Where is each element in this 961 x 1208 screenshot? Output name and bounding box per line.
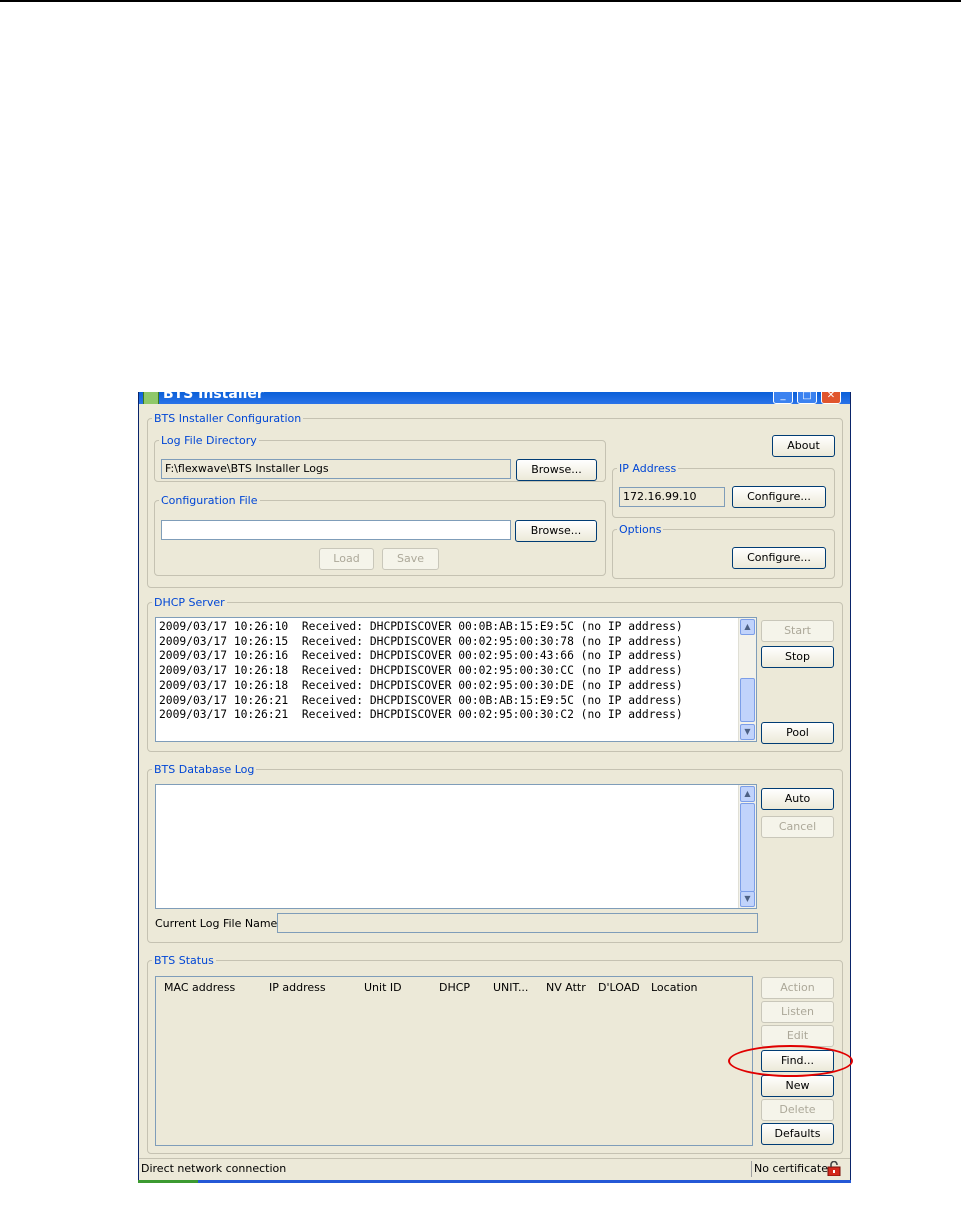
- scroll-down-icon[interactable]: ▼: [740, 724, 755, 740]
- dhcp-log-line: 2009/03/17 10:26:18 Received: DHCPDISCOV…: [159, 664, 683, 678]
- delete-button[interactable]: Delete: [761, 1099, 834, 1121]
- title-bar[interactable]: BTS Installer _ □ ✕: [139, 392, 850, 404]
- edit-button[interactable]: Edit: [761, 1025, 834, 1047]
- dhcp-log-line: 2009/03/17 10:26:10 Received: DHCPDISCOV…: [159, 620, 683, 633]
- dhcp-pool-button[interactable]: Pool: [761, 722, 834, 744]
- certificate-status: No certificate: [751, 1161, 828, 1177]
- maximize-icon[interactable]: □: [797, 392, 817, 404]
- col-header-unit-id[interactable]: Unit ID: [364, 981, 402, 994]
- find-button[interactable]: Find...: [761, 1050, 834, 1072]
- lock-icon[interactable]: [827, 1161, 841, 1176]
- ip-configure-button[interactable]: Configure...: [732, 486, 826, 508]
- dhcp-log-scrollbar[interactable]: ▲ ▼: [738, 618, 756, 741]
- dhcp-scroll-thumb[interactable]: [740, 678, 755, 722]
- dhcp-log-line: 2009/03/17 10:26:16 Received: DHCPDISCOV…: [159, 649, 683, 663]
- ip-address-legend: IP Address: [619, 462, 677, 475]
- options-legend: Options: [619, 523, 662, 536]
- options-configure-button[interactable]: Configure...: [732, 547, 826, 569]
- current-log-field[interactable]: [277, 913, 758, 933]
- col-header-location[interactable]: Location: [651, 981, 698, 994]
- col-header-ip[interactable]: IP address: [269, 981, 326, 994]
- dhcp-legend: DHCP Server: [154, 596, 225, 609]
- action-button[interactable]: Action: [761, 977, 834, 999]
- dblog-text-area[interactable]: ▲ ▼: [155, 784, 757, 909]
- dblog-auto-button[interactable]: Auto: [761, 788, 834, 810]
- dblog-scroll-thumb[interactable]: [740, 803, 755, 892]
- dblog-scrollbar[interactable]: ▲ ▼: [738, 785, 756, 908]
- dhcp-log-line: 2009/03/17 10:26:18 Received: DHCPDISCOV…: [159, 678, 683, 692]
- config-file-field[interactable]: [161, 520, 511, 540]
- close-icon[interactable]: ✕: [821, 392, 841, 404]
- minimize-icon[interactable]: _: [773, 392, 793, 404]
- col-header-dload[interactable]: D'LOAD: [598, 981, 640, 994]
- col-header-dhcp[interactable]: DHCP: [439, 981, 470, 994]
- bts-installer-window: BTS Installer _ □ ✕ BTS Installer Config…: [138, 392, 851, 1180]
- defaults-button[interactable]: Defaults: [761, 1123, 834, 1145]
- col-header-nv-attr[interactable]: NV Attr: [546, 981, 586, 994]
- dblog-legend: BTS Database Log: [154, 763, 255, 776]
- current-log-label: Current Log File Name:: [155, 917, 282, 930]
- scroll-down-icon[interactable]: ▼: [740, 891, 755, 907]
- page-top-rule: [0, 0, 961, 2]
- scroll-up-icon[interactable]: ▲: [740, 619, 755, 635]
- dhcp-stop-button[interactable]: Stop: [761, 646, 834, 668]
- dhcp-log-line: 2009/03/17 10:26:21 Received: DHCPDISCOV…: [159, 693, 683, 707]
- log-dir-field[interactable]: F:\flexwave\BTS Installer Logs: [161, 459, 511, 479]
- new-button[interactable]: New: [761, 1075, 834, 1097]
- dhcp-log-lines: 2009/03/17 10:26:10 Received: DHCPDISCOV…: [159, 620, 683, 723]
- about-button[interactable]: About: [772, 435, 835, 457]
- config-file-legend: Configuration File: [161, 494, 258, 507]
- status-bar: Direct network connection No certificate: [139, 1158, 850, 1179]
- log-dir-legend: Log File Directory: [161, 434, 257, 447]
- config-group-legend: BTS Installer Configuration: [154, 412, 302, 425]
- dhcp-log-line: 2009/03/17 10:26:21 Received: DHCPDISCOV…: [159, 708, 683, 722]
- bts-status-list[interactable]: MAC address IP address Unit ID DHCP UNIT…: [155, 976, 753, 1146]
- dhcp-log[interactable]: 2009/03/17 10:26:10 Received: DHCPDISCOV…: [155, 617, 757, 742]
- save-button[interactable]: Save: [382, 548, 439, 570]
- app-icon: [143, 392, 159, 404]
- listen-button[interactable]: Listen: [761, 1001, 834, 1023]
- dhcp-start-button[interactable]: Start: [761, 620, 834, 642]
- connection-status: Direct network connection: [141, 1162, 287, 1175]
- bts-status-legend: BTS Status: [154, 954, 214, 967]
- log-dir-browse-button[interactable]: Browse...: [516, 459, 597, 481]
- window-title: BTS Installer: [163, 392, 264, 402]
- dhcp-log-line: 2009/03/17 10:26:15 Received: DHCPDISCOV…: [159, 634, 683, 648]
- col-header-mac[interactable]: MAC address: [164, 981, 235, 994]
- scroll-up-icon[interactable]: ▲: [740, 786, 755, 802]
- ip-address-field[interactable]: 172.16.99.10: [619, 487, 725, 507]
- taskbar-strip: [138, 1180, 851, 1183]
- config-file-browse-button[interactable]: Browse...: [515, 520, 597, 542]
- load-button[interactable]: Load: [319, 548, 374, 570]
- col-header-unit[interactable]: UNIT...: [493, 981, 528, 994]
- dblog-cancel-button[interactable]: Cancel: [761, 816, 834, 838]
